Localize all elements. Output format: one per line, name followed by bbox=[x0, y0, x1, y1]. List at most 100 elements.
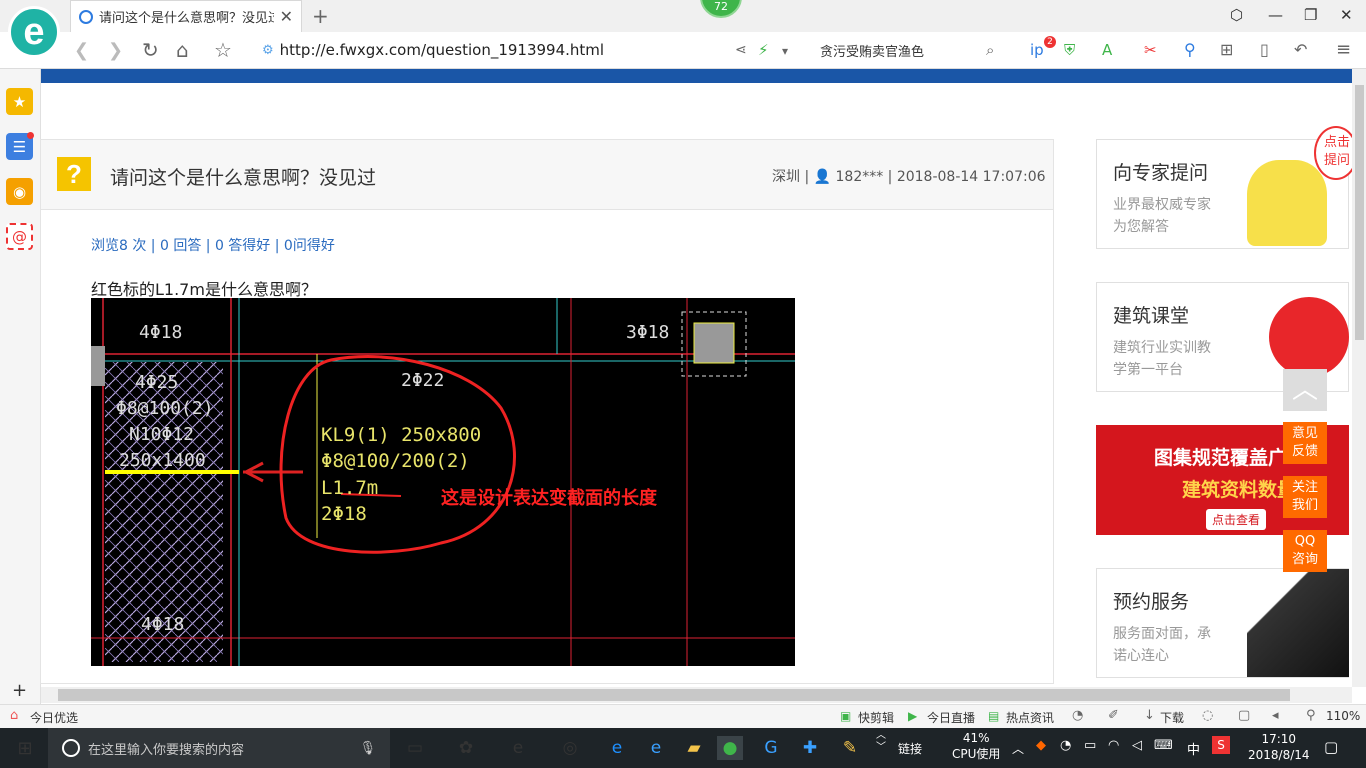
vertical-scroll-thumb[interactable] bbox=[1355, 85, 1364, 340]
keyboard-icon[interactable]: ⌨ bbox=[1154, 738, 1173, 753]
shirt-icon[interactable]: ⬡ bbox=[1230, 6, 1243, 24]
cad-drawing-image[interactable]: 4Φ18 3Φ18 4Φ25 Φ8@100(2) N10Φ12 250x1400… bbox=[91, 298, 795, 666]
status-item-clip[interactable]: 快剪辑 bbox=[858, 709, 894, 726]
taskbar-search[interactable]: 在这里输入你要搜索的内容 🎙 bbox=[48, 728, 390, 768]
status-item-news[interactable]: 热点资讯 bbox=[1006, 709, 1054, 726]
chevron-down-icon[interactable]: ▾ bbox=[782, 44, 788, 58]
tab-title: 请问这个是什么意思啊？没见过_ bbox=[99, 11, 274, 26]
feedback-label: 意见反馈 bbox=[1291, 426, 1318, 459]
tray-chevron-icon[interactable]: ︿ bbox=[1012, 740, 1024, 757]
card-ask-expert[interactable]: 向专家提问 业界最权威专家为您解答 bbox=[1096, 139, 1349, 249]
window-icon[interactable]: ▢ bbox=[1238, 708, 1250, 723]
scissors-icon[interactable]: ✂ bbox=[1144, 41, 1157, 59]
feedback-button[interactable]: 意见反馈 bbox=[1283, 422, 1327, 464]
lightning-icon[interactable]: ⚡ bbox=[758, 41, 769, 59]
windows-start-icon[interactable]: ⊞ bbox=[12, 736, 38, 760]
tray-app-icon[interactable]: ◆ bbox=[1036, 738, 1046, 753]
status-item-live[interactable]: 今日直播 bbox=[927, 709, 975, 726]
gift-icon[interactable]: ⌂ bbox=[10, 708, 18, 723]
ie-icon[interactable]: e bbox=[643, 736, 669, 760]
tablet-icon[interactable]: ▯ bbox=[1260, 40, 1269, 59]
edge-icon[interactable]: e bbox=[604, 736, 630, 760]
search-input[interactable]: 贪污受贿卖官渔色 bbox=[810, 38, 1010, 62]
sogou-icon[interactable]: S bbox=[1212, 736, 1230, 754]
weibo-icon[interactable]: ◉ bbox=[6, 178, 33, 205]
url-text: http://e.fwxgx.com/question_1913994.html bbox=[279, 41, 605, 59]
cpu-label: CPU使用 bbox=[952, 747, 1001, 761]
cad-label: 4Φ18 bbox=[139, 322, 182, 343]
tab-active[interactable]: 请问这个是什么意思啊？没见过_ ✕ bbox=[70, 0, 302, 32]
speaker-icon[interactable]: ◁ bbox=[1132, 738, 1142, 753]
active-browser-icon[interactable]: ● bbox=[717, 736, 743, 760]
question-mark-icon: ? bbox=[57, 157, 91, 191]
address-bar[interactable]: ⚙ http://e.fwxgx.com/question_1913994.ht… bbox=[262, 41, 604, 59]
volume-icon[interactable]: ◂ bbox=[1272, 708, 1279, 723]
card-title: 预约服务 bbox=[1113, 591, 1190, 613]
pin-icon[interactable]: ✐ bbox=[1108, 708, 1119, 723]
browser-sidebar bbox=[0, 69, 41, 706]
favorites-star-icon[interactable]: ★ bbox=[6, 88, 33, 115]
refresh-icon[interactable]: ↻ bbox=[142, 38, 159, 62]
home-icon[interactable]: ⌂ bbox=[176, 38, 189, 62]
bookmark-star-icon[interactable]: ☆ bbox=[214, 38, 232, 62]
cpu-widget[interactable]: 41% CPU使用 bbox=[952, 731, 1000, 762]
question-body: 红色标的L1.7m是什么意思啊？ bbox=[91, 280, 317, 299]
close-window-icon[interactable]: ✕ bbox=[1340, 6, 1353, 24]
share-icon[interactable]: ⋖ bbox=[735, 42, 747, 58]
card-subtitle: 业界最权威专家为您解答 bbox=[1113, 197, 1211, 235]
question-stats[interactable]: 浏览8 次 | 0 回答 | 0 答得好 | 0问得好 bbox=[91, 235, 335, 255]
taskbar-link[interactable]: 链接 bbox=[898, 740, 922, 757]
tray-notify-icon[interactable]: ◔ bbox=[1060, 738, 1071, 753]
magnifier-icon[interactable]: ⚲ bbox=[1184, 40, 1196, 59]
app-g-icon[interactable]: G bbox=[758, 736, 784, 760]
app-pinwheel-icon[interactable]: ✿ bbox=[453, 736, 479, 760]
file-explorer-icon[interactable]: ▰ bbox=[681, 736, 707, 760]
undo-icon[interactable]: ↶ bbox=[1294, 40, 1307, 59]
minimize-icon[interactable]: — bbox=[1268, 6, 1283, 24]
card-booking-service[interactable]: 预约服务 服务面对面，承诺心连心 bbox=[1096, 568, 1349, 678]
app-plus-icon[interactable]: ✚ bbox=[797, 736, 823, 760]
clock[interactable]: 17:10 2018/8/14 bbox=[1248, 731, 1310, 763]
today-picks[interactable]: 今日优选 bbox=[30, 709, 78, 726]
back-to-top-icon[interactable]: ︿ bbox=[1283, 369, 1327, 411]
maximize-icon[interactable]: ❐ bbox=[1304, 6, 1317, 24]
cad-label: N10Φ12 bbox=[129, 424, 194, 445]
action-center-icon[interactable]: ▢ bbox=[1324, 738, 1338, 756]
tab-close-icon[interactable]: ✕ bbox=[280, 7, 293, 26]
app-notes-icon[interactable]: ✎ bbox=[837, 736, 863, 760]
search-icon[interactable]: ⌕ bbox=[986, 41, 994, 59]
clip-icon: ▣ bbox=[840, 709, 852, 723]
status-item-download[interactable]: 下载 bbox=[1160, 709, 1184, 726]
ad-cta-button[interactable]: 点击查看 bbox=[1206, 509, 1267, 530]
zoom-level[interactable]: 110% bbox=[1326, 709, 1360, 723]
cad-label: 2Φ18 bbox=[321, 503, 367, 525]
clean-icon[interactable]: ◌ bbox=[1202, 708, 1213, 723]
forward-icon[interactable]: ❯ bbox=[108, 40, 123, 61]
browser-e-icon[interactable]: e bbox=[505, 736, 531, 760]
cad-label: 4Φ25 bbox=[135, 372, 178, 393]
microphone-icon[interactable]: 🎙 bbox=[359, 741, 376, 756]
mail-icon[interactable]: @ bbox=[6, 223, 33, 250]
menu-icon[interactable]: ≡ bbox=[1336, 39, 1351, 60]
ime-indicator[interactable]: 中 bbox=[1187, 739, 1200, 758]
favicon-icon bbox=[79, 9, 93, 24]
battery-icon[interactable]: ▭ bbox=[1084, 738, 1096, 753]
task-view-icon[interactable]: ▭ bbox=[402, 736, 428, 760]
follow-button[interactable]: 关注我们 bbox=[1283, 476, 1327, 518]
app-swirl-icon[interactable]: ◎ bbox=[557, 736, 583, 760]
qq-consult-button[interactable]: QQ咨询 bbox=[1283, 530, 1327, 572]
wifi-icon[interactable]: ◠ bbox=[1108, 738, 1119, 753]
sidebar-add-icon[interactable]: + bbox=[12, 680, 27, 701]
taskbar-overflow-icon[interactable]: ︿ ﹀ bbox=[876, 730, 886, 754]
extension-ip-icon[interactable]: ip bbox=[1030, 41, 1044, 59]
browser-logo[interactable]: e bbox=[8, 6, 60, 58]
speed-icon[interactable]: ◔ bbox=[1072, 708, 1083, 723]
extension-badge: 2 bbox=[1044, 36, 1056, 48]
new-tab-button[interactable]: + bbox=[312, 4, 329, 28]
translate-icon[interactable]: A bbox=[1102, 41, 1112, 59]
horizontal-scroll-thumb[interactable] bbox=[58, 689, 1290, 701]
cad-drawing: 4Φ18 3Φ18 4Φ25 Φ8@100(2) N10Φ12 250x1400… bbox=[91, 298, 795, 666]
apps-grid-icon[interactable]: ⊞ bbox=[1220, 40, 1233, 59]
shield-yen-icon[interactable]: ⛨ bbox=[1064, 41, 1075, 59]
back-icon[interactable]: ❮ bbox=[74, 40, 89, 61]
